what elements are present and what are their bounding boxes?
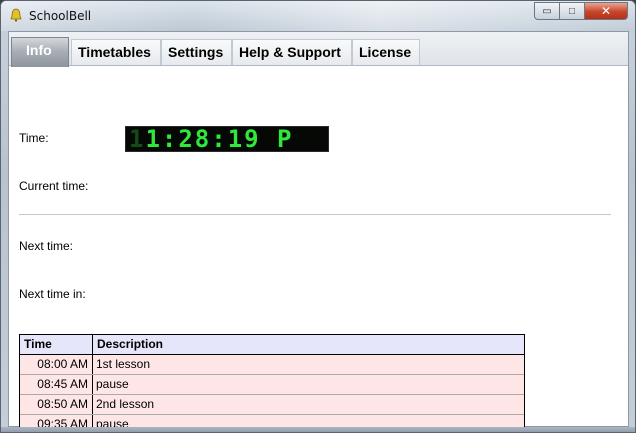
- cell-description: 2nd lesson: [96, 397, 155, 411]
- cell-description: pause: [96, 377, 129, 391]
- tab-timetables[interactable]: Timetables: [71, 39, 161, 65]
- cell-description: 1st lesson: [96, 357, 151, 371]
- tab-settings[interactable]: Settings: [161, 39, 232, 65]
- tab-help-support[interactable]: Help & Support: [232, 39, 352, 65]
- table-row[interactable]: 08:50 AM 2nd lesson: [20, 395, 524, 415]
- window-bottom-border: [1, 427, 635, 432]
- cell-time: 08:00 AM: [20, 355, 93, 374]
- client-area: Info Timetables Settings Help & Support …: [8, 31, 629, 432]
- app-window: SchoolBell ▭ □ ✕ Info Timetables Setting…: [0, 0, 636, 433]
- column-header-time[interactable]: Time: [20, 335, 93, 354]
- title-bar[interactable]: SchoolBell ▭ □ ✕: [1, 1, 635, 31]
- divider: [19, 214, 611, 215]
- column-header-description[interactable]: Description: [93, 335, 524, 354]
- time-label: Time:: [19, 131, 49, 145]
- table-header: Time Description: [20, 335, 524, 355]
- digital-clock: 11:28:19 P: [125, 126, 329, 152]
- minimize-button[interactable]: ▭: [534, 2, 560, 20]
- table-row[interactable]: 08:00 AM 1st lesson: [20, 355, 524, 375]
- clock-ghost-digit: 1: [129, 125, 146, 153]
- next-time-in-label: Next time in:: [19, 287, 86, 301]
- cell-time: 08:50 AM: [20, 395, 93, 414]
- table-row[interactable]: 08:45 AM pause: [20, 375, 524, 395]
- cell-time: 08:45 AM: [20, 375, 93, 394]
- tab-strip: Info Timetables Settings Help & Support …: [9, 32, 628, 67]
- tab-info[interactable]: Info: [11, 37, 69, 67]
- close-button[interactable]: ✕: [584, 2, 628, 20]
- timetable-grid[interactable]: Time Description 08:00 AM 1st lesson 08:…: [19, 334, 525, 432]
- next-time-label: Next time:: [19, 239, 74, 253]
- window-title: SchoolBell: [29, 9, 92, 23]
- maximize-button[interactable]: □: [559, 2, 585, 20]
- tab-license[interactable]: License: [352, 39, 420, 65]
- current-time-label: Current time:: [19, 179, 89, 193]
- clock-value: 1:28:19 P: [145, 125, 294, 153]
- bell-icon: [10, 8, 22, 22]
